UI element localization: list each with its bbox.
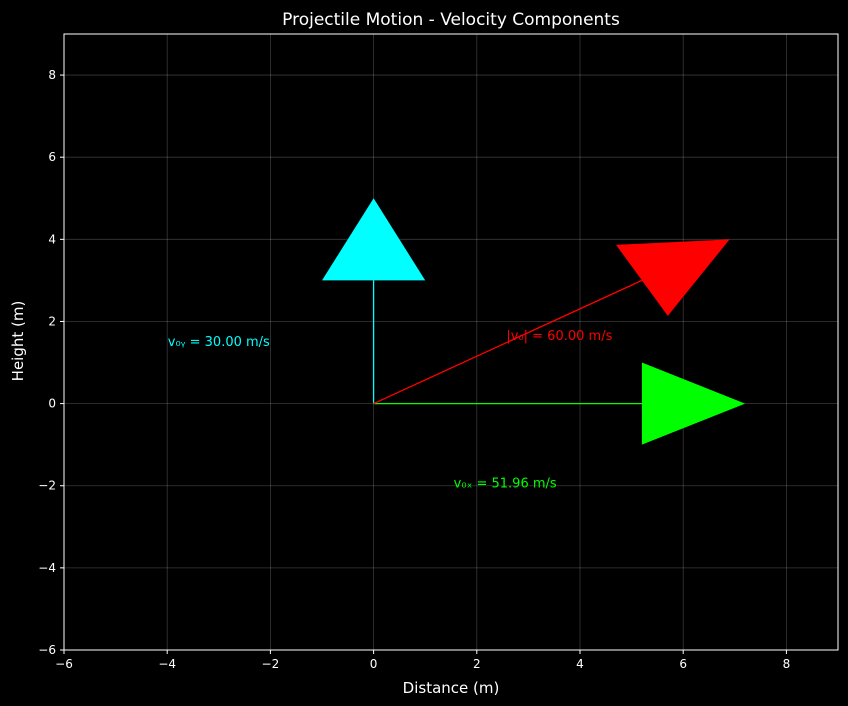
y-tick-label: −4 bbox=[38, 561, 56, 575]
x-tick-label: 6 bbox=[679, 657, 687, 671]
x-tick-label: −2 bbox=[262, 657, 280, 671]
y-tick-label: 4 bbox=[48, 232, 56, 246]
vector-label-v0: |v₀| = 60.00 m/s bbox=[506, 329, 612, 344]
vector-label-v0x: v₀ₓ = 51.96 m/s bbox=[454, 477, 557, 492]
figure-background bbox=[0, 0, 848, 706]
y-tick-label: 0 bbox=[48, 397, 56, 411]
chart: −6 −4 −2 0 2 4 6 8 −6 −4 −2 0 2 4 6 8 v₀ₓ = 51.96 m/s v₀… bbox=[0, 0, 848, 706]
x-tick-label: 4 bbox=[576, 657, 584, 671]
x-tick-label: 8 bbox=[783, 657, 791, 671]
x-tick-label: 2 bbox=[473, 657, 481, 671]
chart-title: Projectile Motion - Velocity Components bbox=[282, 10, 620, 30]
x-tick-label: −6 bbox=[55, 657, 73, 671]
x-axis-label: Distance (m) bbox=[403, 679, 500, 697]
y-tick-label: −2 bbox=[38, 479, 56, 493]
y-tick-label: 8 bbox=[48, 68, 56, 82]
y-tick-label: 6 bbox=[48, 150, 56, 164]
y-axis-label: Height (m) bbox=[9, 301, 27, 382]
vector-label-v0y: v₀ᵧ = 30.00 m/s bbox=[168, 335, 270, 350]
x-tick-label: −4 bbox=[158, 657, 176, 671]
x-tick-label: 0 bbox=[370, 657, 378, 671]
y-tick-label: −6 bbox=[38, 643, 56, 657]
y-tick-label: 2 bbox=[48, 314, 56, 328]
